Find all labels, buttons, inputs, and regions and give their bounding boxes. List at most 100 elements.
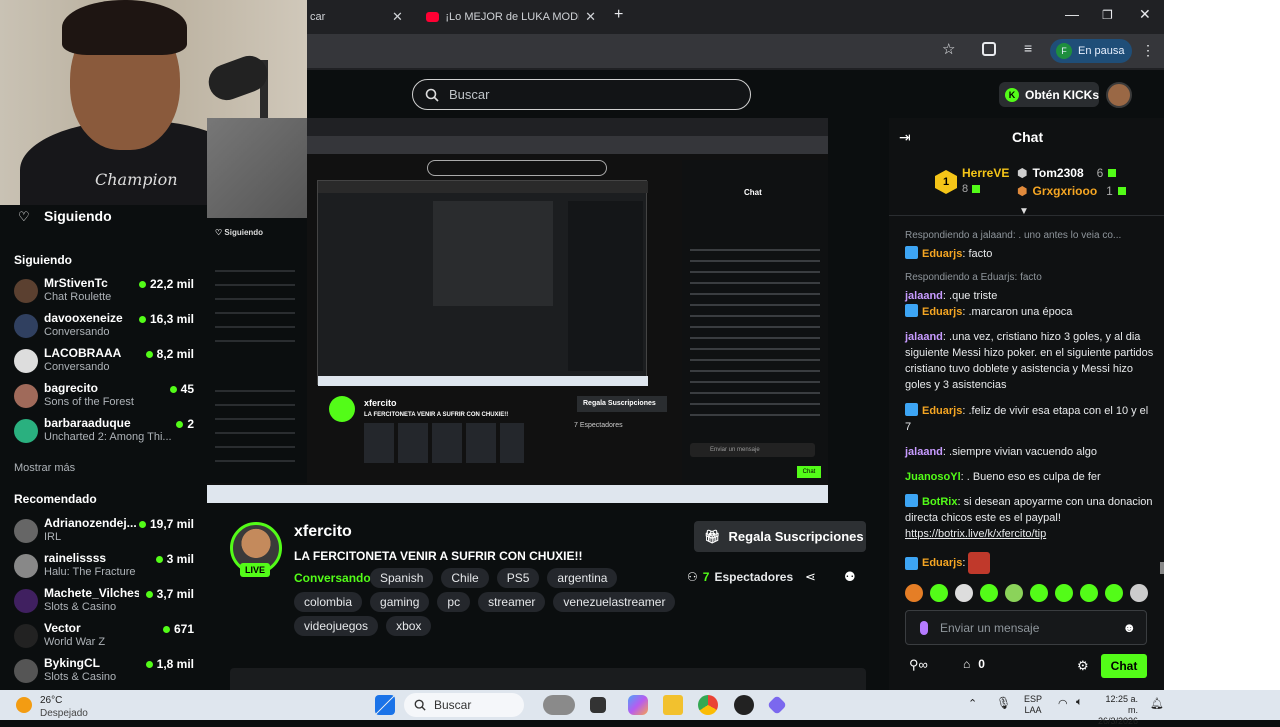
chat-username[interactable]: JuanosoYl	[905, 471, 961, 483]
chevron-up-icon[interactable]: ⌃	[968, 697, 977, 710]
tag-chip[interactable]: videojuegos	[294, 616, 379, 636]
chat-link[interactable]: https://botrix.live/k/xfercito/tip	[905, 526, 1155, 542]
close-window-icon[interactable]: ✕	[1139, 6, 1151, 23]
notifications-icon[interactable]: 🔔︎	[1150, 697, 1164, 710]
sidebar-channel-item[interactable]: LACOBRAAA Conversando 8,2 mil	[14, 345, 194, 379]
close-tab-icon[interactable]: ✕	[585, 9, 596, 25]
emote-icon[interactable]	[1080, 584, 1098, 602]
star-icon[interactable]: ☆	[942, 40, 955, 58]
chat-username[interactable]: Eduarjs	[922, 405, 962, 417]
viewer-label: Espectadores	[714, 570, 794, 584]
app-icon[interactable]	[767, 695, 787, 715]
heart-icon[interactable]: ♡	[18, 209, 30, 225]
streamer-name[interactable]: xfercito	[294, 523, 352, 541]
emote-icon[interactable]	[1105, 584, 1123, 602]
show-more-link[interactable]: Mostrar más	[14, 462, 75, 474]
chat-username[interactable]: jalaand	[905, 446, 943, 458]
sidebar-channel-item[interactable]: rainelissss Halu: The Fracture 3 mil	[14, 550, 194, 584]
tag-chip[interactable]: gaming	[370, 592, 430, 612]
close-tab-icon[interactable]: ✕	[392, 9, 403, 25]
wifi-icon[interactable]: ◠	[1058, 697, 1068, 710]
send-chat-button[interactable]: Chat	[1101, 654, 1147, 678]
tag-chip[interactable]: venezuelastreamer	[553, 592, 676, 612]
copilot-icon[interactable]	[628, 695, 648, 715]
stream-category[interactable]: Conversando	[294, 571, 371, 585]
weather-temp[interactable]: 26°C	[40, 695, 62, 706]
microphone-icon[interactable]	[920, 620, 928, 635]
chat-username[interactable]: Eduarjs	[922, 248, 962, 260]
browser-tab[interactable]: car ✕	[300, 4, 412, 30]
mic-tray-icon[interactable]: 🎙︎	[996, 696, 1011, 710]
channel-category: Slots & Casino	[44, 671, 117, 683]
tag-chip[interactable]: xbox	[386, 616, 432, 636]
rank-3-icon: ⬢	[1017, 184, 1028, 198]
sidebar-channel-item[interactable]: davooxeneize Conversando 16,3 mil	[14, 310, 194, 344]
tag-chip[interactable]: Chile	[441, 568, 489, 588]
file-explorer-icon[interactable]	[663, 695, 683, 715]
sidebar-channel-item[interactable]: Adrianozendej... IRL 19,7 mil	[14, 515, 194, 549]
language-indicator[interactable]: ESP LAA	[1024, 694, 1042, 716]
chat-username[interactable]: jalaand	[905, 331, 943, 343]
search-input[interactable]: Buscar	[412, 79, 751, 110]
emote-icon[interactable]	[1030, 584, 1048, 602]
maximize-icon[interactable]: ❐	[1102, 8, 1113, 22]
emote-icon[interactable]	[1005, 584, 1023, 602]
windows-start-icon[interactable]	[375, 695, 395, 715]
tag-chip[interactable]: Spanish	[370, 568, 434, 588]
taskbar-search[interactable]: Buscar	[404, 693, 524, 717]
gift-subs-button[interactable]: 🎁︎ Regala Suscripciones	[694, 521, 866, 552]
tag-chip[interactable]: colombia	[294, 592, 363, 612]
chat-input[interactable]: Enviar un mensaje ☻	[905, 610, 1147, 645]
follow-user-icon[interactable]: ⚉	[844, 569, 856, 585]
live-dot-icon	[162, 625, 170, 633]
points-counter[interactable]: ⌂ 0	[963, 657, 985, 671]
leaderboard-name[interactable]: HerreVE	[962, 166, 1009, 180]
tag-chip[interactable]: argentina	[547, 568, 618, 588]
emote-icon[interactable]	[980, 584, 998, 602]
share-icon[interactable]: ⋖	[805, 569, 816, 585]
chat-username[interactable]: BotRix	[922, 496, 957, 508]
sidebar-channel-item[interactable]: BykingCL Slots & Casino 1,8 mil	[14, 655, 194, 689]
tag-chip[interactable]: pc	[437, 592, 471, 612]
clock[interactable]: 12:25 a. m. 26/3/2026	[1098, 694, 1138, 727]
emoji-icon[interactable]: ☻	[1122, 620, 1136, 635]
cheers-icon[interactable]: ⚲∞	[909, 657, 928, 673]
screen-capture-preview[interactable]: ♡ Siguiendo Chat Enviar un mensaje Chat …	[207, 118, 828, 503]
emote-icon[interactable]	[1130, 584, 1148, 602]
live-badge: LIVE	[240, 563, 270, 577]
extensions-icon[interactable]	[982, 42, 996, 56]
chat-username[interactable]: jalaand	[905, 290, 943, 302]
profile-button[interactable]: F En pausa	[1050, 39, 1132, 63]
volume-icon[interactable]: 🔈︎	[1076, 696, 1083, 709]
settings-gear-icon[interactable]: ⚙	[1077, 658, 1089, 674]
emote-icon[interactable]	[930, 584, 948, 602]
sidebar-channel-item[interactable]: bagrecito Sons of the Forest 45	[14, 380, 194, 414]
sidebar-channel-item[interactable]: barbaraaduque Uncharted 2: Among Thi... …	[14, 415, 194, 449]
chrome-icon[interactable]	[698, 695, 718, 715]
tag-chip[interactable]: PS5	[496, 568, 540, 588]
browser-tab[interactable]: ¡Lo MEJOR de LUKA MODRIĆ! C ✕	[416, 4, 606, 30]
collapse-chat-icon[interactable]: ⇥	[899, 129, 911, 146]
browser-menu-icon[interactable]: ⋮	[1141, 42, 1155, 59]
chat-username[interactable]: Eduarjs	[922, 557, 962, 569]
sidebar-channel-item[interactable]: Machete_Vilches Slots & Casino 3,7 mil	[14, 585, 194, 619]
sidebar-channel-item[interactable]: MrStivenTc Chat Roulette 22,2 mil	[14, 275, 194, 309]
emote-icon[interactable]	[1055, 584, 1073, 602]
widget-animal-icon[interactable]	[543, 695, 575, 715]
media-icon[interactable]: ≡	[1024, 40, 1032, 56]
leaderboard-name[interactable]: Grxgxriooo	[1032, 184, 1097, 198]
emote-icon[interactable]	[905, 584, 923, 602]
profile-status: En pausa	[1078, 45, 1125, 57]
emote-icon[interactable]	[955, 584, 973, 602]
get-kicks-button[interactable]: K Obtén KICKs	[999, 82, 1099, 107]
chat-username[interactable]: Eduarjs	[922, 306, 962, 318]
task-view-icon[interactable]	[590, 697, 606, 713]
obs-icon[interactable]	[734, 695, 754, 715]
scrollbar-thumb[interactable]	[1160, 562, 1164, 574]
minimize-icon[interactable]: —	[1065, 6, 1079, 22]
sidebar-channel-item[interactable]: Vector World War Z 671	[14, 620, 194, 654]
leaderboard-name[interactable]: Tom2308	[1032, 166, 1083, 180]
new-tab-icon[interactable]: +	[614, 6, 623, 24]
user-avatar[interactable]	[1106, 82, 1132, 108]
tag-chip[interactable]: streamer	[478, 592, 546, 612]
